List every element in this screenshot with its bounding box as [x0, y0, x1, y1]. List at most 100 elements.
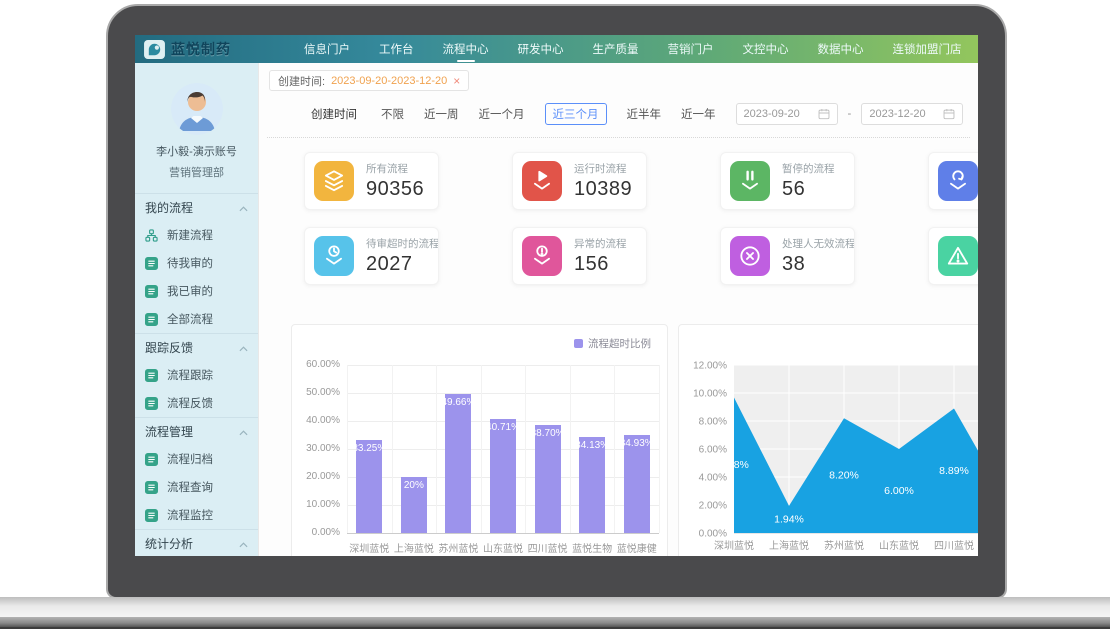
section-title: 我的流程 [145, 199, 193, 216]
nav-item-3[interactable]: 流程中心 [442, 35, 490, 63]
nav-item-4[interactable]: 研发中心 [517, 35, 565, 63]
stat-card[interactable] [928, 227, 978, 285]
bar-value-label: 40.71% [490, 422, 516, 433]
sidebar-section-header[interactable]: 统计分析 [135, 529, 258, 556]
document-icon [145, 509, 158, 522]
sidebar-item[interactable]: 流程监控 [135, 501, 258, 529]
sidebar-section-header[interactable]: 流程管理 [135, 417, 258, 445]
sidebar-item[interactable]: 流程反馈 [135, 389, 258, 417]
sidebar-item[interactable]: 我已审的 [135, 277, 258, 305]
sidebar-item-label: 新建流程 [167, 227, 213, 243]
bar: 34.13% [579, 437, 605, 533]
stat-card[interactable] [928, 152, 978, 210]
filter-bar: 创建时间 不限近一周近一个月近三个月近半年近一年 2023-09-20 - 20… [311, 103, 978, 125]
bar-value-label: 34.13% [579, 440, 605, 451]
y-axis-label: 40.00% [292, 415, 340, 426]
nav-item-6[interactable]: 营销门户 [667, 35, 715, 63]
date-input-to[interactable]: 2023-12-20 [861, 103, 963, 125]
svg-text:苏州蓝悦: 苏州蓝悦 [824, 539, 864, 552]
nav-item-7[interactable]: 文控中心 [742, 35, 790, 63]
stat-card[interactable]: 异常的流程156 [512, 227, 647, 285]
nav-item-5[interactable]: 生产质量 [592, 35, 640, 63]
filter-option[interactable]: 近一个月 [479, 103, 525, 125]
charts-row: 流程超时比例 0.00% 10.00% 20.00% 30.00% 40.00% 50.0… [291, 324, 978, 556]
filter-option[interactable]: 不限 [381, 103, 404, 125]
x-axis-label: 山东蓝悦 [481, 540, 526, 555]
stat-label: 处理人无效流程 [782, 236, 854, 251]
stat-card[interactable]: 处理人无效流程 38 [720, 227, 855, 285]
svg-text:1.94%: 1.94% [774, 513, 804, 525]
svg-text:8.20%: 8.20% [829, 470, 859, 482]
gridline [347, 393, 659, 394]
sidebar-section-header[interactable]: 我的流程 [135, 193, 258, 221]
stat-card[interactable]: 所有流程90356 [304, 152, 439, 210]
brand-logo[interactable]: 蓝悦制药 [135, 39, 265, 59]
document-icon [145, 257, 158, 270]
sidebar: 李小毅-演示账号 营销管理部 我的流程新建流程待我审的我已审的全部流程跟踪反馈流… [135, 63, 258, 556]
document-icon [145, 285, 158, 298]
filter-option[interactable]: 近一年 [681, 103, 716, 125]
gridline [525, 365, 526, 533]
nav-menu: 信息门户工作台流程中心研发中心生产质量营销门户文控中心数据中心连锁加盟门店 [303, 35, 963, 63]
user-dept: 营销管理部 [135, 164, 258, 180]
date-input-from[interactable]: 2023-09-20 [736, 103, 838, 125]
y-axis-label: 50.00% [292, 387, 340, 398]
bar-value-label: 49.66% [445, 397, 471, 408]
svg-text:2.00%: 2.00% [699, 501, 727, 512]
nav-item-8[interactable]: 数据中心 [817, 35, 865, 63]
stat-meta: 待审超时的流程2027 [366, 236, 438, 276]
gridline [347, 365, 348, 533]
calendar-icon [943, 108, 955, 120]
area-chart-panel: 0.00%2.00%4.00%6.00%8.00%10.00%12.00%9.6… [678, 324, 978, 556]
main-content: 创建时间: 2023-09-20-2023-12-20 × 创建时间 不限近一周… [258, 63, 978, 556]
avatar[interactable] [171, 83, 223, 135]
x-axis-label: 四川蓝悦 [525, 540, 570, 555]
document-icon [145, 397, 158, 410]
date-separator: - [848, 108, 852, 120]
stat-value: 38 [782, 253, 854, 276]
sidebar-section-header[interactable]: 跟踪反馈 [135, 333, 258, 361]
section-title: 统计分析 [145, 535, 193, 552]
stat-label: 所有流程 [366, 161, 424, 176]
gridline [570, 365, 571, 533]
svg-text:0.00%: 0.00% [699, 529, 727, 540]
stat-label: 待审超时的流程 [366, 236, 438, 251]
sidebar-item[interactable]: 新建流程 [135, 221, 258, 249]
gridline [436, 365, 437, 533]
warning-triangle-icon [938, 236, 978, 276]
stat-card[interactable]: 待审超时的流程2027 [304, 227, 439, 285]
chevron-up-icon [239, 201, 248, 215]
sidebar-item-label: 流程查询 [167, 479, 213, 495]
filter-option[interactable]: 近三个月 [545, 103, 607, 125]
y-axis-label: 10.00% [292, 499, 340, 510]
sidebar-item[interactable]: 流程归档 [135, 445, 258, 473]
sidebar-item[interactable]: 流程跟踪 [135, 361, 258, 389]
nav-item-1[interactable]: 信息门户 [303, 35, 351, 63]
stat-card[interactable]: 运行时流程10389 [512, 152, 647, 210]
sitemap-icon [145, 229, 158, 242]
stats-grid: 所有流程90356 运行时流程10389 暂停的流程56 待审超时的流程2027 异常的… [259, 152, 978, 285]
filter-option[interactable]: 近半年 [627, 103, 662, 125]
nav-item-9[interactable]: 连锁加盟门店 [892, 35, 963, 63]
nav-item-2[interactable]: 工作台 [378, 35, 415, 63]
stat-label: 运行时流程 [574, 161, 632, 176]
sidebar-item[interactable]: 流程查询 [135, 473, 258, 501]
y-axis-label: 20.00% [292, 471, 340, 482]
y-axis-label: 30.00% [292, 443, 340, 454]
filter-option[interactable]: 近一周 [424, 103, 459, 125]
svg-text:9.68%: 9.68% [719, 459, 749, 471]
sidebar-item[interactable]: 待我审的 [135, 249, 258, 277]
bar: 34.93% [624, 435, 650, 533]
chart-legend[interactable]: 流程超时比例 [574, 336, 651, 351]
sidebar-item[interactable]: 全部流程 [135, 305, 258, 333]
stat-card[interactable]: 暂停的流程56 [720, 152, 855, 210]
play-download-icon [522, 161, 562, 201]
y-axis-label: 60.00% [292, 359, 340, 370]
date-to-value: 2023-12-20 [869, 108, 925, 120]
document-icon [145, 453, 158, 466]
sidebar-item-label: 全部流程 [167, 311, 213, 327]
close-icon[interactable]: × [453, 75, 460, 87]
bar: 38.70% [535, 425, 561, 533]
tag-value: 2023-09-20-2023-12-20 [331, 75, 447, 87]
sidebar-item-label: 我已审的 [167, 283, 213, 299]
